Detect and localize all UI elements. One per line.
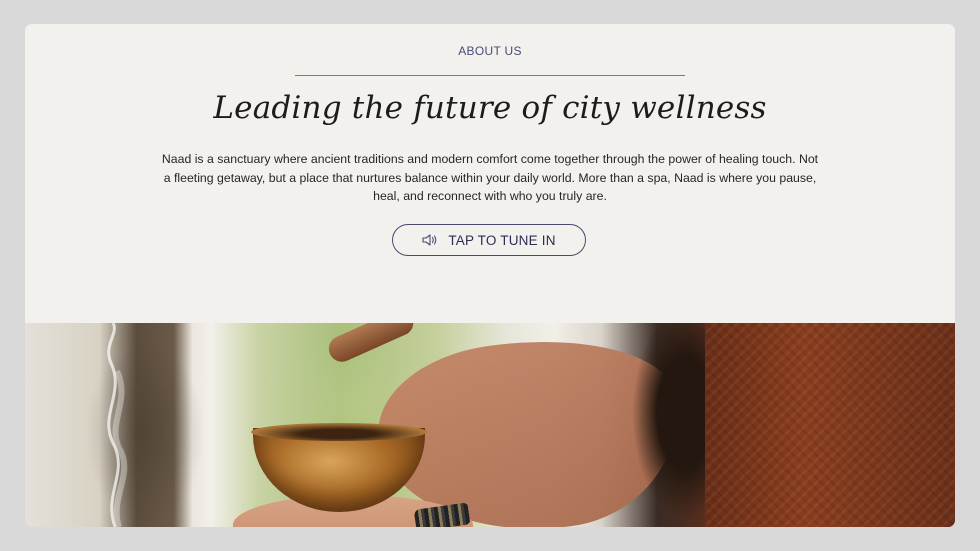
about-section: ABOUT US Leading the future of city well…: [25, 24, 955, 323]
incense-smoke: [107, 323, 128, 527]
sweater: [705, 323, 955, 527]
divider: [295, 75, 685, 76]
about-card: ABOUT US Leading the future of city well…: [25, 24, 955, 527]
about-paragraph: Naad is a sanctuary where ancient tradit…: [161, 152, 819, 203]
tap-to-tune-in-label: TAP TO TUNE IN: [448, 232, 556, 248]
singing-bowl-photo: [25, 323, 955, 527]
page-title: Leading the future of city wellness: [213, 90, 767, 126]
speaker-icon: [422, 233, 438, 247]
section-eyebrow: ABOUT US: [458, 44, 522, 58]
tap-to-tune-in-button[interactable]: TAP TO TUNE IN: [392, 224, 586, 256]
bowl-rim: [251, 423, 427, 441]
